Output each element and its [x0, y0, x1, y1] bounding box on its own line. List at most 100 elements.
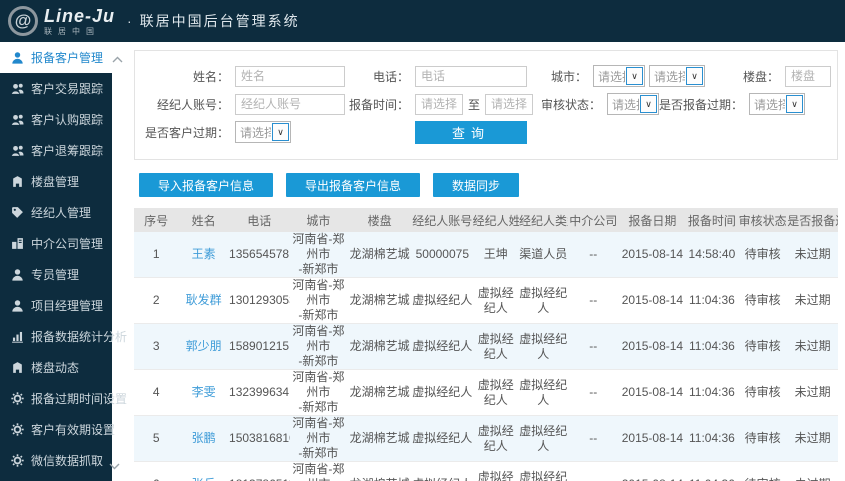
cell-audit-status: 待审核	[737, 323, 788, 370]
column-header: 审核状态	[737, 208, 788, 232]
cell-agent-type: 虚拟经纪人	[519, 369, 568, 416]
scroll-down-chevron-icon[interactable]	[109, 459, 120, 473]
sidebar-item-7[interactable]: 专员管理	[0, 259, 112, 290]
cell-audit-status: 待审核	[737, 232, 788, 278]
sidebar-item-0[interactable]: 报备客户管理	[0, 42, 130, 73]
column-header: 中介公司	[567, 208, 619, 232]
cell-report-expired: 未过期	[787, 232, 838, 278]
customer-expired-label: 是否客户过期：	[144, 125, 229, 140]
city-city-select[interactable]: 请选择 ∨	[649, 65, 705, 87]
estate-input[interactable]	[785, 65, 831, 87]
cell-agency: --	[567, 232, 619, 278]
cell-report-date: 2015-08-14	[618, 323, 686, 370]
cell-estate: 龙湖棉艺城	[347, 232, 413, 278]
phone-label: 电话：	[372, 69, 409, 84]
person-icon	[11, 268, 24, 281]
audit-status-select[interactable]: 请选择 ∨	[607, 93, 660, 115]
data-sync-button[interactable]: 数据同步	[433, 173, 520, 197]
sidebar-item-13[interactable]: 微信数据抓取	[0, 445, 112, 476]
column-header: 报备日期	[618, 208, 686, 232]
city-label: 城市：	[550, 69, 587, 84]
sidebar-item-4[interactable]: 楼盘管理	[0, 166, 112, 197]
cell-report-date: 2015-08-14	[618, 415, 686, 462]
main-content: 姓名： 电话： 城市： 请选择 ∨ 请选择 ∨ 楼盘：	[130, 42, 845, 481]
cell-name[interactable]: 耿发群	[178, 277, 230, 324]
sidebar-item-11[interactable]: 报备过期时间设置	[0, 383, 127, 414]
report-time-to-input[interactable]	[485, 93, 534, 115]
cell-city: 河南省-郑州市 -新郑市	[289, 232, 348, 278]
sidebar-item-8[interactable]: 项目经理管理	[0, 290, 112, 321]
cell-agent-name: 虚拟经纪人	[472, 369, 520, 416]
sidebar-item-10[interactable]: 楼盘动态	[0, 352, 112, 383]
sidebar-item-label: 客户认购跟踪	[31, 113, 104, 127]
cell-agency: --	[567, 369, 619, 416]
estate-label: 楼盘：	[742, 69, 779, 84]
cell-agent-name: 虚拟经纪人	[472, 415, 520, 462]
gear-icon	[11, 423, 24, 436]
cell-name[interactable]: 王素	[178, 232, 230, 278]
action-bar: 导入报备客户信息 导出报备客户信息 数据同步	[139, 173, 838, 197]
search-button[interactable]: 查询	[415, 120, 527, 144]
chevron-up-icon[interactable]	[112, 52, 123, 66]
cell-index: 3	[134, 323, 179, 370]
column-header: 城市	[289, 208, 348, 232]
logo-text: Line-Ju	[44, 5, 116, 26]
city-province-select[interactable]: 请选择 ∨	[593, 65, 645, 87]
import-report-customers-button[interactable]: 导入报备客户信息	[139, 173, 274, 197]
cell-phone: 15038168105	[229, 415, 290, 462]
cell-index: 4	[134, 369, 179, 416]
report-time-from-input[interactable]	[415, 93, 463, 115]
cell-agent-name: 虚拟经纪人	[472, 323, 520, 370]
agent-account-input[interactable]	[235, 93, 345, 115]
cell-agency: --	[567, 415, 619, 462]
cell-name[interactable]: 张鹏	[178, 415, 230, 462]
cell-estate: 龙湖棉艺城	[347, 323, 413, 370]
cell-report-expired: 未过期	[787, 323, 838, 370]
customer-expired-select[interactable]: 请选择 ∨	[235, 121, 291, 143]
chevron-down-icon: ∨	[786, 95, 804, 113]
chevron-down-icon: ∨	[272, 123, 289, 141]
building-icon	[11, 175, 24, 188]
cell-agent-name: 虚拟经纪人	[472, 461, 520, 481]
cell-estate: 龙湖棉艺城	[347, 461, 413, 481]
cell-index: 2	[134, 277, 179, 324]
sidebar-item-1[interactable]: 客户交易跟踪	[0, 73, 112, 104]
cell-name[interactable]: 张兵	[178, 461, 230, 481]
cell-report-time: 11:04:36	[685, 415, 738, 462]
cell-index: 5	[134, 415, 179, 462]
cell-report-date: 2015-08-14	[618, 277, 686, 324]
cell-report-expired: 未过期	[787, 461, 838, 481]
cell-agent-account: 虚拟经纪人	[412, 323, 473, 370]
column-header: 经纪人类型	[519, 208, 568, 232]
cell-report-date: 2015-08-14	[618, 461, 686, 481]
cell-agent-account: 虚拟经纪人	[412, 461, 473, 481]
name-input[interactable]	[235, 65, 345, 87]
sidebar-item-label: 客户有效期设置	[31, 423, 116, 437]
cell-city: 河南省-郑州市 -新郑市	[289, 415, 348, 462]
cell-agent-type: 虚拟经纪人	[519, 277, 568, 324]
report-expired-label: 是否报备过期：	[659, 97, 744, 112]
cell-agent-account: 虚拟经纪人	[412, 369, 473, 416]
column-header: 经纪人姓名	[472, 208, 520, 232]
people-icon	[11, 82, 24, 95]
sidebar-item-3[interactable]: 客户退筹跟踪	[0, 135, 112, 166]
sidebar-item-label: 报备客户管理	[31, 51, 104, 65]
sidebar-item-2[interactable]: 客户认购跟踪	[0, 104, 112, 135]
cell-phone: 13012930531	[229, 277, 290, 324]
cell-name[interactable]: 郭少朋	[178, 323, 230, 370]
cell-report-time: 11:04:36	[685, 277, 738, 324]
phone-input[interactable]	[415, 65, 527, 87]
cell-estate: 龙湖棉艺城	[347, 369, 413, 416]
export-report-customers-button[interactable]: 导出报备客户信息	[286, 173, 421, 197]
cell-name[interactable]: 李雯	[178, 369, 230, 416]
sidebar-item-5[interactable]: 经纪人管理	[0, 197, 112, 228]
chart-icon	[11, 330, 24, 343]
sidebar-item-label: 专员管理	[31, 268, 80, 282]
column-header: 序号	[134, 208, 179, 232]
cell-city: 河南省-郑州市 -新郑市	[289, 461, 348, 481]
sidebar-item-6[interactable]: 中介公司管理	[0, 228, 112, 259]
sidebar-item-9[interactable]: 报备数据统计分析	[0, 321, 127, 352]
sidebar-item-12[interactable]: 客户有效期设置	[0, 414, 116, 445]
building-icon	[11, 361, 24, 374]
report-expired-select[interactable]: 请选择 ∨	[749, 93, 806, 115]
